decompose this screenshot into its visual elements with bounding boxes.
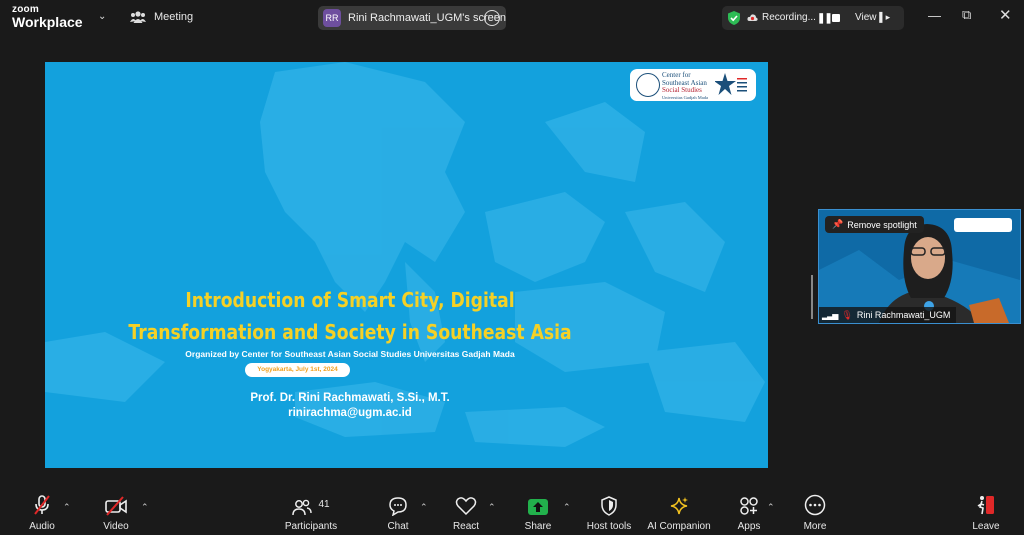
slide-organizer: Organized by Center for Southeast Asian … [185,349,515,359]
video-button[interactable]: Video [101,492,131,535]
view-label: View [855,12,877,23]
more-button[interactable]: More [802,492,828,535]
meeting-label: Meeting [154,11,194,23]
share-button[interactable]: Share [524,492,552,535]
close-icon[interactable]: ✕ [999,6,1012,24]
audio-button[interactable]: Audio [27,492,57,535]
tile-csass-logo [954,218,1012,232]
star-emblem-icon [715,73,747,95]
mic-muted-icon: 🎙 [841,309,853,320]
participant-name: Rini Rachmawati_UGM [856,310,951,320]
share-screen-icon [528,499,548,515]
pin-icon: 📌 [832,219,844,229]
remove-spotlight-button[interactable]: 📌 Remove spotlight [825,216,924,233]
share-label: Rini Rachmawati_UGM's screen [348,12,506,24]
zoom-workplace-logo: zoom Workplace [12,4,83,30]
chat-options-chevron-icon[interactable]: ⌃ [420,502,428,513]
video-options-chevron-icon[interactable]: ⌃ [141,502,149,513]
host-shield-icon [601,496,617,516]
view-layout-icon: ▌▸ [879,12,891,22]
react-button[interactable]: React [453,492,479,535]
chat-bubble-icon [389,497,407,516]
signal-strength-icon: ▂▃▅ [822,310,839,320]
slide-title-line-2: Transformation and Society in Southeast … [128,320,572,344]
participant-name-tag: ▂▃▅ 🎙 Rini Rachmawati_UGM [819,307,957,323]
shared-screen-slide: Center for Southeast Asian Social Studie… [45,62,768,468]
remove-spotlight-label: Remove spotlight [847,219,917,230]
meeting-info-button[interactable]: Meeting [130,10,193,24]
leave-door-icon [977,496,994,515]
react-options-chevron-icon[interactable]: ⌃ [488,502,496,513]
presenter-name: Prof. Dr. Rini Rachmawati, S.Si., M.T. [250,392,450,404]
ugm-seal-icon [636,73,660,97]
apps-icon [740,497,758,515]
screen-share-indicator[interactable]: RR Rini Rachmawati_UGM's screen ··· [318,6,506,30]
slide-title-line-1: Introduction of Smart City, Digital [185,288,515,312]
presenter-avatar: RR [323,9,341,27]
csass-logo: Center for Southeast Asian Social Studie… [630,69,756,101]
slide-date: Yogyakarta, July 1st, 2024 [245,363,350,377]
camera-off-icon [105,496,127,516]
participants-icon [292,499,313,516]
pause-recording-button[interactable]: ❚❚ [817,13,833,24]
share-options-chevron-icon[interactable]: ⌃ [563,502,571,513]
presenter-email: rinirachma@ugm.ac.id [288,407,412,419]
app-menu-chevron-icon[interactable]: ⌄ [98,11,106,22]
minimize-icon[interactable]: — [928,8,941,23]
ai-sparkle-icon [670,497,688,515]
participant-count: 41 [318,499,330,510]
apps-button[interactable]: Apps [736,492,762,535]
microphone-muted-icon [34,495,50,515]
recording-label: Recording... [762,12,816,23]
chat-button[interactable]: Chat [386,492,410,535]
participants-button[interactable]: 41 Participants [283,492,339,535]
participants-group-icon [130,11,146,23]
more-dots-icon [804,494,826,516]
meeting-controls-toolbar: Audio ⌃ Video ⌃ 41 Participants Chat ⌃ R… [0,492,1024,535]
restore-window-icon[interactable]: ⧉ [962,7,971,23]
recording-status-bar: Recording... ❚❚ View ▌▸ [722,6,904,30]
title-bar: zoom Workplace ⌄ Meeting RR Rini Rachmaw… [0,0,1024,36]
speaker-video-tile[interactable]: 📌 Remove spotlight ▂▃▅ 🎙 Rini Rachmawati… [818,209,1021,324]
audio-options-chevron-icon[interactable]: ⌃ [63,502,71,513]
apps-options-chevron-icon[interactable]: ⌃ [767,502,775,513]
view-button[interactable]: View ▌▸ [855,12,890,23]
share-options-icon[interactable]: ··· [484,10,500,26]
security-shield-icon[interactable] [726,10,742,26]
host-tools-button[interactable]: Host tools [585,492,633,535]
heart-react-icon [455,497,477,516]
cloud-recording-icon [747,14,758,21]
ai-companion-button[interactable]: AI Companion [646,492,712,535]
leave-button[interactable]: Leave [971,492,1001,535]
panel-resize-handle[interactable] [811,275,815,319]
stop-recording-button[interactable] [832,14,840,22]
